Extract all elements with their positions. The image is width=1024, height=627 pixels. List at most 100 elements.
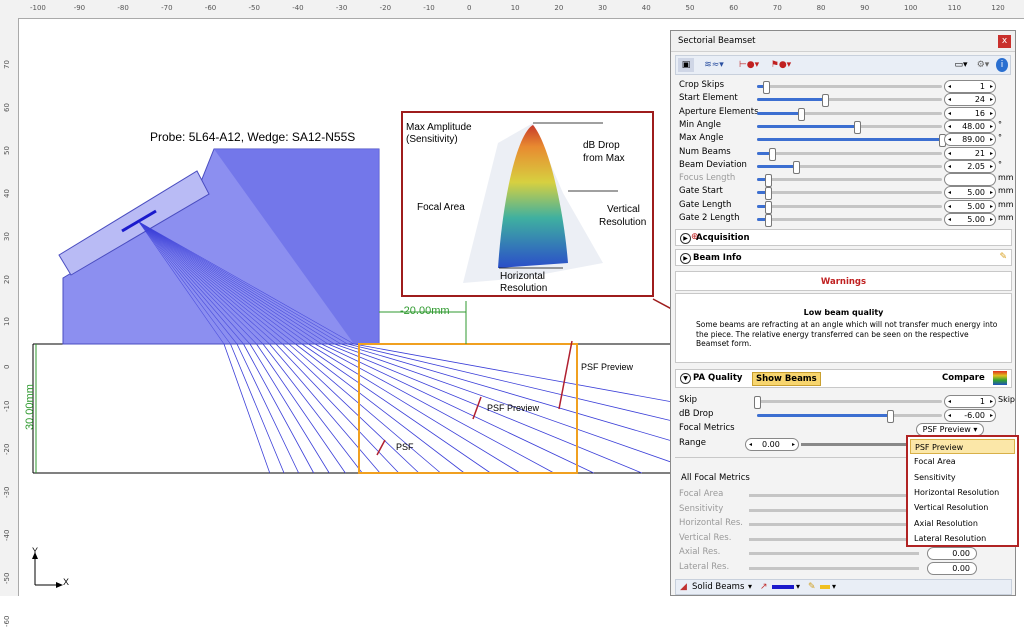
colormap-icon[interactable] — [993, 371, 1007, 385]
param-row: Gate Length ◂ 5.00 ▸ mm — [679, 199, 1014, 214]
param-label: Beam Deviation — [679, 159, 747, 170]
skip-slider[interactable] — [754, 396, 942, 409]
ruler-tick-label: -100 — [30, 4, 46, 12]
solid-beams-dropdown[interactable]: Solid Beams — [692, 582, 744, 592]
param-spinner[interactable]: ◂ 5.00 ▸ — [944, 213, 996, 226]
resolution-inset: Max Amplitude (Sensitivity) dB Drop from… — [401, 111, 654, 297]
dropdown-arrow-icon[interactable]: ▾ — [796, 582, 800, 591]
param-spinner[interactable]: ◂ 5.00 ▸ — [944, 186, 996, 200]
fill-color-swatch[interactable] — [820, 585, 830, 589]
ruler-tick-label: -40 — [292, 4, 304, 12]
param-spinner[interactable]: ◂ 24 ▸ — [944, 93, 996, 107]
param-label: Min Angle — [679, 119, 721, 130]
ruler-tick-label: -40 — [3, 529, 11, 541]
expand-icon: ▶ — [680, 233, 691, 244]
param-label: Num Beams — [679, 146, 731, 157]
db-drop-slider[interactable] — [757, 410, 942, 423]
param-row: Aperture Elements ◂ 16 ▸ — [679, 106, 1009, 121]
param-unit: ° — [998, 119, 1002, 129]
ruler-tick-label: 40 — [3, 188, 11, 198]
dropdown-arrow-icon[interactable]: ▾ — [832, 582, 836, 591]
ruler-tick-label: -20 — [379, 4, 392, 12]
param-spinner[interactable]: ◂ 21 ▸ — [944, 146, 996, 160]
dropdown-arrow-icon[interactable]: ▾ — [748, 582, 752, 591]
dropdown-option[interactable]: Focal Area — [910, 454, 1015, 469]
param-slider[interactable] — [757, 160, 942, 174]
param-spinner[interactable] — [944, 173, 996, 187]
metric-value: 0.00 — [952, 563, 970, 573]
display-icon[interactable]: ▭▾ — [952, 58, 970, 72]
param-slider[interactable] — [757, 134, 946, 148]
line-color-swatch[interactable] — [772, 585, 794, 589]
pin-icon[interactable]: ⚑●▾ — [768, 58, 794, 72]
bottom-toolbar: ◢ Solid Beams ▾ ↗ ▾ ✎ ▾ — [675, 579, 1012, 595]
pencil-icon[interactable]: ✎ — [999, 252, 1007, 262]
warnings-title: Warnings — [820, 277, 867, 287]
ruler-tick-label: 40 — [641, 4, 651, 12]
param-spinner[interactable]: ◂ 48.00 ▸ — [944, 119, 996, 133]
info-icon[interactable]: i — [996, 58, 1008, 72]
param-spinner[interactable]: ◂ 89.00 ▸ — [944, 133, 996, 147]
pencil-icon[interactable]: ✎ — [808, 582, 816, 592]
gear-icon[interactable]: ⚙▾ — [974, 58, 992, 72]
skip-spinner[interactable]: ◂ 1 ▸ — [944, 395, 996, 408]
param-spinner[interactable]: ◂ 2.05 ▸ — [944, 159, 996, 173]
param-spinner[interactable]: ◂ 1 ▸ — [944, 80, 996, 93]
param-label: Gate Start — [679, 186, 723, 197]
skip-label: Skip — [679, 395, 698, 405]
dropdown-option[interactable]: Lateral Resolution — [910, 531, 1015, 546]
range-spinner[interactable]: ◂ 0.00 ▸ — [745, 438, 799, 451]
param-label: Focus Length — [679, 173, 736, 184]
beam-info-section[interactable]: ▶ Beam Info ✎ — [675, 249, 1012, 266]
db-drop-spinner[interactable]: ◂ -6.00 ▸ — [944, 409, 996, 422]
metric-value: 0.00 — [952, 549, 970, 558]
param-spinner[interactable]: ◂ 16 ▸ — [944, 106, 996, 120]
metric-row: Lateral Res. 0.00 — [679, 561, 1009, 575]
ruler-tick-label: 30 — [598, 4, 608, 12]
param-slider[interactable] — [757, 94, 942, 108]
line-style-icon[interactable]: ↗ — [760, 582, 768, 592]
ruler-tick-label: 20 — [554, 4, 564, 12]
db-drop-label: dB Drop — [679, 409, 714, 419]
inset-vertical-resolution: Resolution — [599, 217, 647, 228]
metric-bar — [749, 537, 919, 541]
pa-quality-section[interactable]: ▼ PA Quality Show Beams Compare — [675, 369, 1012, 388]
param-spinner[interactable]: ◂ 5.00 ▸ — [944, 199, 996, 213]
ruler-tick-label: 110 — [947, 4, 962, 12]
gate-icon[interactable]: ⊢●▾ — [736, 58, 762, 72]
param-slider[interactable] — [757, 107, 942, 121]
param-row: Gate Start ◂ 5.00 ▸ mm — [679, 186, 1014, 201]
param-slider[interactable] — [757, 200, 942, 214]
param-value: 5.00 — [967, 201, 985, 211]
wave-icon[interactable]: ≋≈▾ — [700, 58, 728, 72]
acquisition-label: Acquisition — [696, 233, 750, 243]
dropdown-option[interactable]: Axial Resolution — [910, 516, 1015, 531]
dropdown-option[interactable]: Sensitivity — [910, 470, 1015, 485]
range-slider[interactable] — [801, 443, 911, 446]
param-value: 5.00 — [967, 215, 985, 224]
roi-box[interactable] — [358, 343, 578, 474]
compare-button[interactable]: Compare — [942, 373, 985, 383]
param-label: Crop Skips — [679, 80, 725, 90]
scan-canvas[interactable] — [19, 19, 670, 596]
param-slider[interactable] — [757, 81, 942, 94]
metric-bar — [749, 508, 919, 512]
metric-label: Lateral Res. — [679, 561, 730, 572]
dropdown-option[interactable]: Horizontal Resolution — [910, 485, 1015, 500]
metric-label: Vertical Res. — [679, 532, 732, 543]
param-slider[interactable] — [757, 147, 942, 161]
skip-value: 1 — [979, 397, 985, 406]
close-button[interactable]: x — [998, 35, 1011, 48]
metric-bar — [749, 552, 919, 555]
acquisition-section[interactable]: ▶ ⊕ Acquisition — [675, 229, 1012, 246]
inset-vertical: Vertical — [607, 204, 640, 215]
param-slider[interactable] — [757, 214, 942, 227]
warning-heading: Low beam quality — [803, 308, 884, 317]
param-slider[interactable] — [757, 174, 942, 188]
dropdown-option[interactable]: Vertical Resolution — [910, 500, 1015, 515]
beamset-icon[interactable]: ▣ — [678, 58, 694, 72]
param-slider[interactable] — [757, 120, 942, 134]
show-beams-button[interactable]: Show Beams — [752, 372, 821, 386]
dropdown-option[interactable]: PSF Preview — [910, 439, 1015, 454]
param-slider[interactable] — [757, 187, 942, 201]
